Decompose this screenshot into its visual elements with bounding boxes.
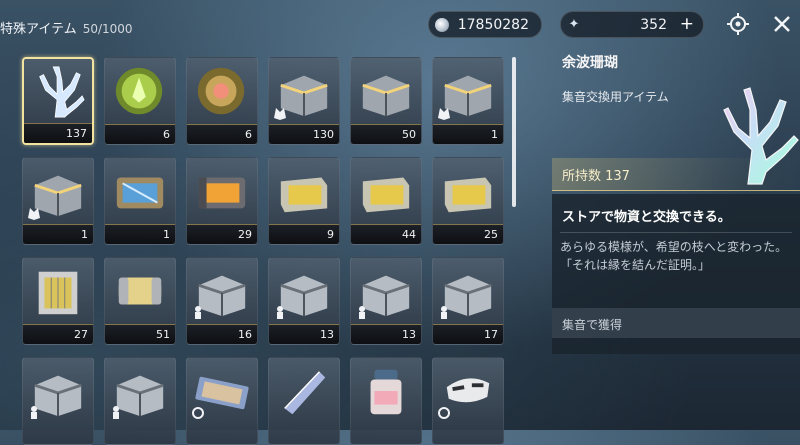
item-quantity: 1: [433, 124, 503, 144]
close-button[interactable]: [770, 12, 794, 36]
coin-icon: [435, 17, 449, 32]
item-slot[interactable]: 17: [432, 257, 504, 345]
coin-amount: 17850282: [457, 16, 529, 33]
item-quantity: 27: [23, 324, 93, 344]
crystal-icon: [284, 371, 326, 415]
crosshair-icon: [727, 13, 749, 35]
orb-red-icon: [197, 67, 245, 115]
crate-yellow-icon: [362, 177, 410, 213]
canister-icon: [118, 277, 162, 305]
item-quantity: 44: [351, 224, 421, 244]
item-quantity: 6: [105, 124, 175, 144]
crate-orange-icon: [198, 177, 246, 209]
item-slot[interactable]: 50: [350, 57, 422, 145]
item-quantity: 137: [24, 123, 92, 143]
item-slot[interactable]: 25: [432, 157, 504, 245]
item-quantity: 51: [105, 324, 175, 344]
coral-icon: [723, 87, 799, 185]
item-slot[interactable]: 6: [186, 57, 258, 145]
item-slot[interactable]: 9: [268, 157, 340, 245]
inventory-title-label: 特殊アイテム: [0, 22, 77, 37]
item-slot[interactable]: 6: [104, 57, 176, 145]
coral-icon: [39, 66, 85, 118]
item-quantity: 50: [351, 124, 421, 144]
item-slot[interactable]: [186, 357, 258, 445]
crate-blue-icon: [116, 177, 164, 209]
item-name: 余波珊瑚: [562, 55, 618, 71]
item-quantity: 25: [433, 224, 503, 244]
item-detail-panel: 余波珊瑚 集音交換用アイテム 所持数 137 ストアで物資と交換できる。 あらゆ…: [552, 44, 800, 430]
item-slot[interactable]: [268, 357, 340, 445]
wolf-badge-icon: [274, 108, 286, 120]
item-quantity: 6: [187, 124, 257, 144]
ring-badge-icon: [438, 407, 450, 419]
item-quantity: 17: [433, 324, 503, 344]
item-quantity: 13: [351, 324, 421, 344]
item-slot[interactable]: 130: [268, 57, 340, 145]
top-bar: 特殊アイテム 50/1000 17850282 ✦ 352 +: [0, 0, 800, 48]
source-row[interactable]: 集音で獲得: [552, 308, 800, 338]
owned-count: 所持数 137: [562, 169, 630, 184]
source-label: 集音で獲得: [562, 318, 623, 332]
item-slot[interactable]: 44: [350, 157, 422, 245]
flavor-line: 「それは縁を結んだ証明。」: [560, 258, 711, 272]
item-quantity: 1: [23, 224, 93, 244]
inventory-title: 特殊アイテム 50/1000: [0, 18, 133, 37]
add-stars-button[interactable]: +: [680, 14, 694, 34]
jar-icon: [370, 369, 402, 415]
item-slot[interactable]: 13: [268, 257, 340, 345]
item-quantity: 29: [187, 224, 257, 244]
figure-badge-icon: [441, 306, 447, 319]
item-quantity: 16: [187, 324, 257, 344]
item-slot[interactable]: 1: [104, 157, 176, 245]
wolf-badge-icon: [438, 108, 450, 120]
item-slot[interactable]: [350, 357, 422, 445]
item-slot[interactable]: 29: [186, 157, 258, 245]
item-type: 集音交換用アイテム: [562, 90, 669, 104]
item-slot[interactable]: 51: [104, 257, 176, 345]
star-amount: 352: [640, 16, 667, 33]
figure-badge-icon: [113, 406, 119, 419]
item-slot[interactable]: [432, 357, 504, 445]
item-slot[interactable]: 13: [350, 257, 422, 345]
item-slot[interactable]: [22, 357, 94, 445]
flavor-line: あらゆる模様が、希望の枝へと変わった。: [560, 240, 788, 254]
figure-badge-icon: [195, 306, 201, 319]
crate-yellow-icon: [280, 177, 328, 213]
item-slot[interactable]: 1: [432, 57, 504, 145]
figure-badge-icon: [31, 406, 37, 419]
item-quantity: 9: [269, 224, 339, 244]
item-slot[interactable]: 1: [22, 157, 94, 245]
figure-badge-icon: [359, 306, 365, 319]
divider: [560, 232, 792, 233]
ring-badge-icon: [192, 407, 204, 419]
item-slot[interactable]: 27: [22, 257, 94, 345]
item-quantity: 1: [105, 224, 175, 244]
target-button[interactable]: [726, 12, 750, 36]
orb-green-icon: [115, 67, 163, 115]
flavor-text: あらゆる模様が、希望の枝へと変わった。 「それは縁を結んだ証明。」: [560, 238, 796, 274]
cage-icon: [38, 271, 78, 315]
item-slot[interactable]: 137: [22, 57, 94, 145]
item-quantity: 13: [269, 324, 339, 344]
item-slot[interactable]: 16: [186, 257, 258, 345]
coin-balance: 17850282: [428, 11, 542, 38]
wolf-badge-icon: [28, 208, 40, 220]
item-slot[interactable]: [104, 357, 176, 445]
star-balance: ✦ 352 +: [560, 11, 704, 38]
crate-gold-icon: [362, 75, 410, 117]
crate-yellow-icon: [444, 177, 492, 213]
inventory-capacity: 50/1000: [82, 22, 133, 36]
star-icon: ✦: [568, 16, 580, 32]
close-icon: [774, 16, 790, 32]
figure-badge-icon: [277, 306, 283, 319]
item-description: ストアで物資と交換できる。: [562, 210, 731, 225]
grid-scrollbar[interactable]: [512, 57, 516, 207]
item-quantity: 130: [269, 124, 339, 144]
